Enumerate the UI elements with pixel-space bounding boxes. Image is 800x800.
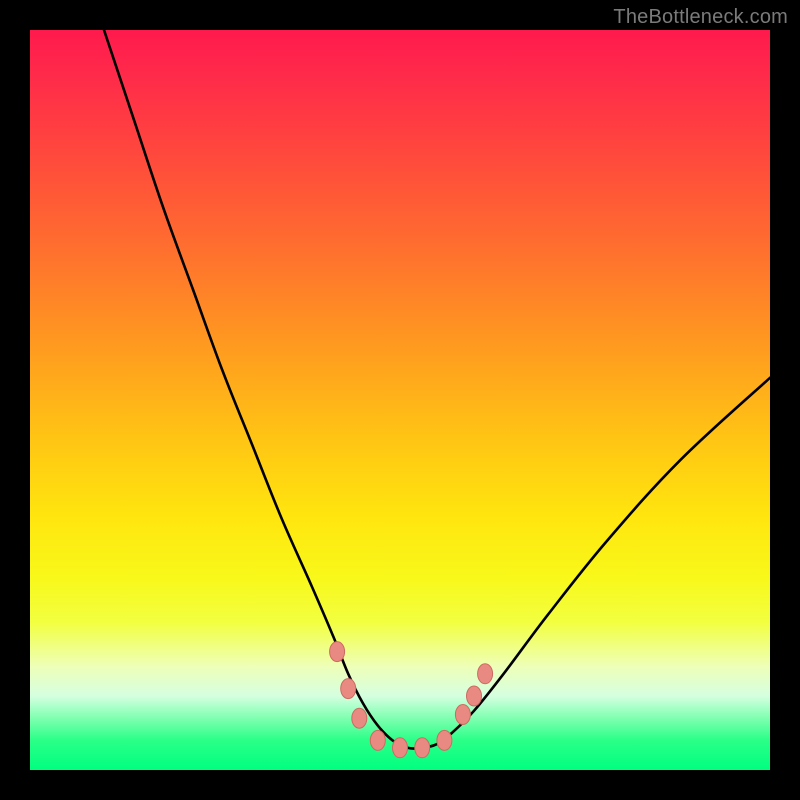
highlight-dot <box>467 686 482 706</box>
highlight-dot <box>370 730 385 750</box>
watermark-text: TheBottleneck.com <box>613 6 788 29</box>
highlight-dot <box>352 708 367 728</box>
highlight-dots <box>330 642 493 758</box>
highlight-dot <box>437 730 452 750</box>
highlight-dot <box>455 705 470 725</box>
curve-layer <box>30 30 770 770</box>
highlight-dot <box>393 738 408 758</box>
highlight-dot <box>341 679 356 699</box>
highlight-dot <box>330 642 345 662</box>
highlight-dot <box>415 738 430 758</box>
plot-area <box>30 30 770 770</box>
bottleneck-curve-path <box>104 30 770 749</box>
bottleneck-curve <box>104 30 770 749</box>
outer-frame: TheBottleneck.com <box>0 0 800 800</box>
highlight-dot <box>478 664 493 684</box>
